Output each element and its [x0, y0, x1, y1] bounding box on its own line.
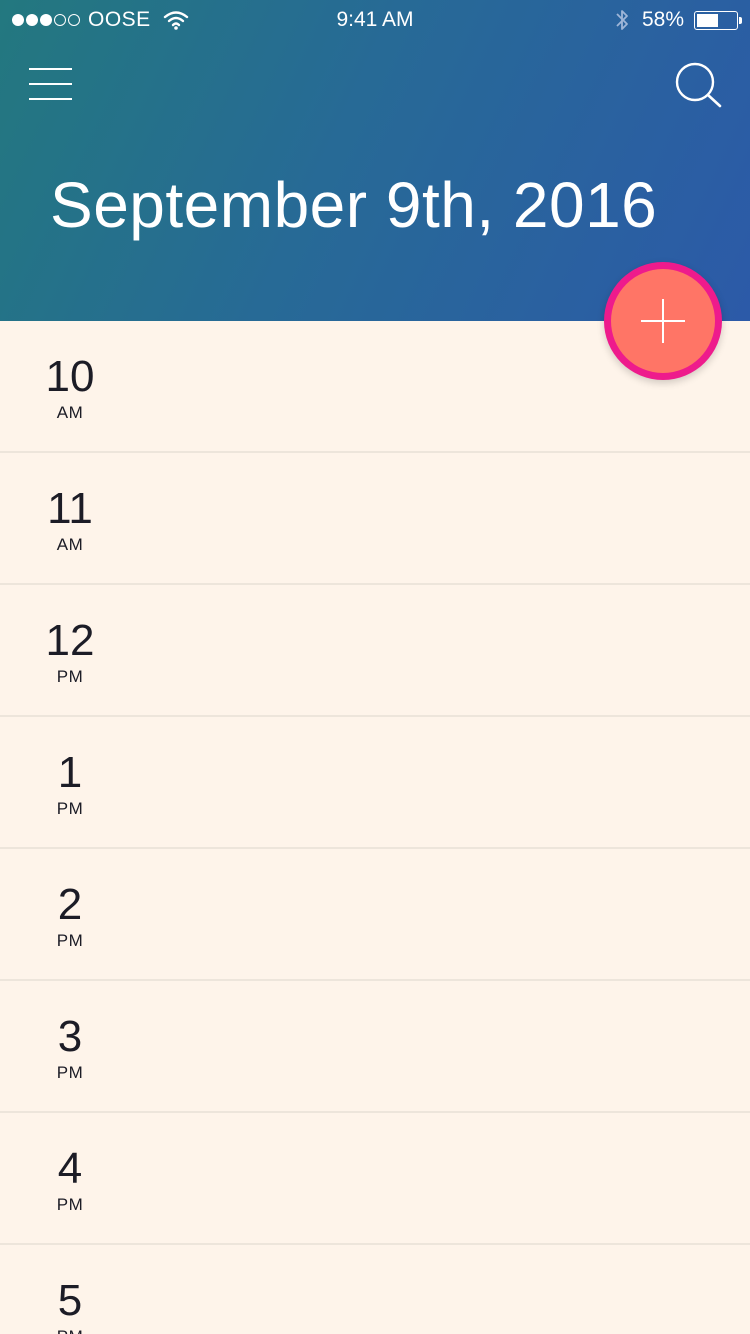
- hour-meridiem: PM: [56, 931, 84, 950]
- status-right: 58%: [614, 8, 742, 32]
- hamburger-menu-icon[interactable]: [29, 66, 72, 102]
- hour-number: 4: [57, 1144, 83, 1193]
- hour-row[interactable]: 1 PM: [0, 717, 750, 849]
- hour-meridiem: PM: [0, 1328, 140, 1334]
- menu-line: [29, 68, 72, 70]
- hour-meridiem: AM: [56, 535, 84, 554]
- hour-row[interactable]: 5 PM: [0, 1245, 750, 1334]
- hour-row[interactable]: 12 PM: [0, 585, 750, 717]
- plus-icon: [641, 299, 685, 343]
- add-event-button[interactable]: [604, 262, 722, 380]
- battery-level-fill: [697, 13, 719, 27]
- status-bar: OOSE 9:41 AM 58%: [0, 0, 750, 40]
- hour-number: 11: [47, 484, 93, 533]
- search-icon[interactable]: [672, 60, 724, 110]
- hour-row[interactable]: 11 AM: [0, 453, 750, 585]
- hour-row[interactable]: 2 PM: [0, 849, 750, 981]
- hour-meridiem: AM: [56, 403, 84, 422]
- hour-number: 10: [45, 352, 95, 401]
- hour-meridiem: PM: [56, 1063, 84, 1082]
- menu-line: [29, 98, 72, 100]
- hour-row[interactable]: 4 PM: [0, 1113, 750, 1245]
- bluetooth-icon: [616, 10, 628, 30]
- hour-number: 1: [57, 748, 83, 797]
- battery-percent: 58%: [641, 8, 684, 31]
- hour-row[interactable]: 3 PM: [0, 981, 750, 1113]
- hour-number: 5: [57, 1276, 83, 1325]
- add-event-button-face: [611, 269, 715, 373]
- hour-meridiem: PM: [56, 799, 84, 818]
- hour-number: 12: [45, 616, 95, 665]
- hour-number: 2: [57, 880, 83, 929]
- page-title: September 9th, 2016: [50, 169, 658, 241]
- hour-meridiem: PM: [56, 1195, 84, 1214]
- hour-meridiem: PM: [56, 667, 84, 686]
- hour-number: 3: [57, 1012, 83, 1061]
- menu-line: [29, 83, 72, 85]
- day-timeline[interactable]: 10 AM 11 AM 12 PM 1 PM 2 PM 3 PM 4 PM 5 PM: [0, 321, 750, 1334]
- battery-icon: [694, 10, 742, 30]
